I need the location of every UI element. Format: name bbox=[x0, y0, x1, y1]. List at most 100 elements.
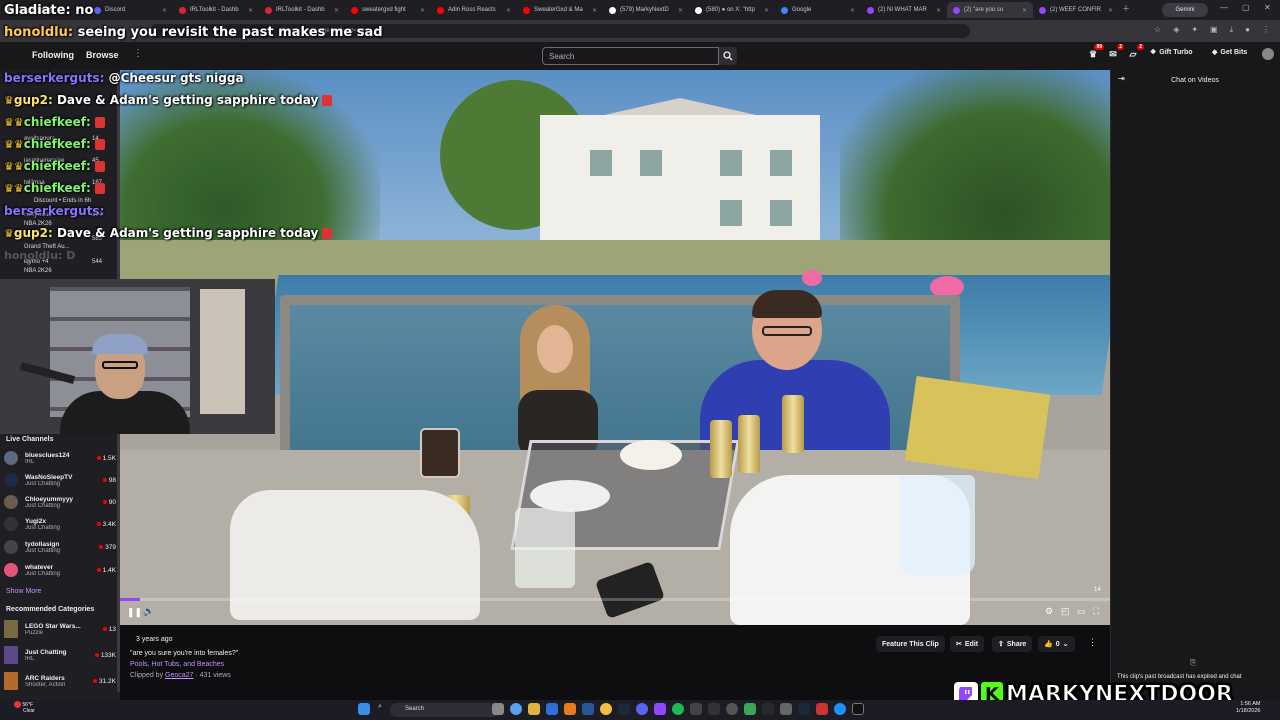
browser-tab[interactable]: IRLToolkit - Dashb ✕ bbox=[259, 2, 345, 18]
browser-tab[interactable]: (2) WEEF CONFIR ✕ bbox=[1033, 2, 1119, 18]
sidebar-channel[interactable]: tydollasign Just Chatting 379 bbox=[4, 536, 116, 558]
tab-close-icon[interactable]: ✕ bbox=[678, 7, 683, 14]
gift-turbo-button[interactable]: ❖ Gift Turbo bbox=[1150, 48, 1193, 57]
maximize-icon[interactable]: ▢ bbox=[1242, 3, 1250, 12]
minimize-icon[interactable]: — bbox=[1220, 3, 1228, 12]
sidebar-channel[interactable]: Yugi2x Just Chatting 3.4K bbox=[4, 513, 116, 535]
volume-icon[interactable]: 🔈 bbox=[143, 606, 154, 617]
chrome-canary-icon[interactable] bbox=[744, 703, 756, 715]
file-explorer-icon[interactable] bbox=[528, 703, 540, 715]
channel-avatar bbox=[4, 563, 18, 577]
tab-close-icon[interactable]: ✕ bbox=[936, 7, 941, 14]
taskview-icon[interactable] bbox=[492, 703, 504, 715]
tab-close-icon[interactable]: ✕ bbox=[592, 7, 597, 14]
obs-icon[interactable] bbox=[726, 703, 738, 715]
browser-tab[interactable]: SweaterGxd & Ma ✕ bbox=[517, 2, 603, 18]
gemini-button[interactable]: Gemini bbox=[1162, 3, 1208, 17]
tab-close-icon[interactable]: ✕ bbox=[764, 7, 769, 14]
star-icon[interactable]: ☆ bbox=[1154, 25, 1161, 35]
sidebar-channel[interactable]: whatever Just Chatting 1.4K bbox=[4, 559, 116, 581]
share-button[interactable]: ⇪ Share bbox=[992, 636, 1033, 652]
tab-close-icon[interactable]: ✕ bbox=[506, 7, 511, 14]
avatar[interactable] bbox=[1262, 48, 1274, 60]
browser-tab[interactable]: (580) ● on X: "http ✕ bbox=[689, 2, 775, 18]
fullscreen-icon[interactable]: ⛶ bbox=[1093, 606, 1099, 617]
get-bits-button[interactable]: ◆ Get Bits bbox=[1212, 48, 1247, 57]
new-tab-icon[interactable]: ＋ bbox=[1122, 3, 1130, 14]
discord-icon[interactable] bbox=[636, 703, 648, 715]
whispers-button[interactable]: ▱ 2 bbox=[1127, 44, 1144, 60]
close-window-icon[interactable]: ✕ bbox=[1264, 3, 1271, 12]
tab-close-icon[interactable]: ✕ bbox=[1022, 7, 1027, 14]
sidebar-channel[interactable]: WasNoSleepTV Just Chatting 98 bbox=[4, 469, 116, 491]
clock[interactable]: 1:56 AM 1/18/2026 bbox=[1236, 701, 1260, 715]
browser-tab-active[interactable]: (2) "are you su ✕ bbox=[947, 2, 1033, 18]
tab-close-icon[interactable]: ✕ bbox=[334, 7, 339, 14]
clip-icon[interactable]: ◰ bbox=[1061, 606, 1070, 617]
copilot-icon[interactable] bbox=[510, 703, 522, 715]
store-icon[interactable] bbox=[546, 703, 558, 715]
app-icon[interactable] bbox=[690, 703, 702, 715]
sidebar-channel[interactable]: Chloeyummyyy Just Chatting 90 bbox=[4, 491, 116, 513]
browser-tab[interactable]: sweatergxd fight ✕ bbox=[345, 2, 431, 18]
tab-close-icon[interactable]: ✕ bbox=[162, 7, 167, 14]
more-options-icon[interactable]: ⋮ bbox=[133, 48, 143, 59]
browser-tab[interactable]: (2) NI WHAT MAR ✕ bbox=[861, 2, 947, 18]
extension-icon[interactable]: ◈ bbox=[1173, 25, 1179, 35]
tab-close-icon[interactable]: ✕ bbox=[850, 7, 855, 14]
profile-icon[interactable]: ● bbox=[1245, 25, 1250, 35]
notifications-button[interactable]: ✉ 2 bbox=[1107, 44, 1124, 60]
tab-label: (2) WEEF CONFIR bbox=[1050, 7, 1101, 13]
search-input[interactable]: Search bbox=[542, 47, 719, 65]
app-icon[interactable] bbox=[816, 703, 828, 715]
more-options-icon[interactable]: ⋮ bbox=[1088, 637, 1097, 648]
steam-icon[interactable] bbox=[798, 703, 810, 715]
edit-button[interactable]: ✂ Edit bbox=[950, 636, 985, 652]
download-icon[interactable]: ⤓ bbox=[1230, 25, 1234, 35]
start-button[interactable] bbox=[358, 703, 370, 715]
show-more-link[interactable]: Show More bbox=[6, 588, 41, 595]
puzzle-icon[interactable]: ✦ bbox=[1191, 25, 1198, 35]
sidebar-category[interactable]: Just Chatting IRL 133K bbox=[4, 644, 116, 666]
edge-icon[interactable] bbox=[834, 703, 846, 715]
word-icon[interactable] bbox=[582, 703, 594, 715]
pause-icon[interactable]: ❚❚ bbox=[127, 607, 142, 618]
nav-browse[interactable]: Browse bbox=[86, 50, 119, 60]
steam-icon[interactable] bbox=[618, 703, 630, 715]
tab-close-icon[interactable]: ✕ bbox=[420, 7, 425, 14]
twitch-icon[interactable] bbox=[654, 703, 666, 715]
settings-app-icon[interactable] bbox=[780, 703, 792, 715]
browser-tab[interactable]: Discord ✕ bbox=[88, 2, 173, 18]
sidebar-category[interactable]: ARC Raiders Shooter, Action 31.2K bbox=[4, 670, 116, 692]
sidebar-channel[interactable]: bluesclues124 IRL 1.5K bbox=[4, 447, 116, 469]
search-button[interactable] bbox=[719, 47, 737, 65]
settings-icon[interactable]: ⚙ bbox=[1045, 606, 1053, 617]
spotify-icon[interactable] bbox=[672, 703, 684, 715]
sidepanel-icon[interactable]: ▣ bbox=[1210, 25, 1218, 35]
video-house-window bbox=[590, 150, 612, 176]
app-icon[interactable] bbox=[762, 703, 774, 715]
taskbar-search[interactable]: Search bbox=[390, 703, 500, 717]
app-icon[interactable] bbox=[564, 703, 576, 715]
browser-tab[interactable]: Google ✕ bbox=[775, 2, 861, 18]
chrome-icon[interactable] bbox=[600, 703, 612, 715]
clipper-link[interactable]: Geoca27 bbox=[165, 672, 193, 679]
browser-tab[interactable]: (579) MarkyNextD ✕ bbox=[603, 2, 689, 18]
bits-icon: ◆ bbox=[1212, 49, 1218, 56]
feature-clip-button[interactable]: Feature This Clip bbox=[876, 636, 945, 652]
app-icon[interactable] bbox=[852, 703, 864, 715]
menu-icon[interactable]: ⋮ bbox=[1262, 25, 1270, 35]
theatre-mode-icon[interactable]: ▭ bbox=[1077, 606, 1086, 617]
browser-tab[interactable]: Adin Ross Reacts ✕ bbox=[431, 2, 517, 18]
prime-loot-button[interactable]: ♛ 99 bbox=[1087, 44, 1104, 60]
progress-bar[interactable] bbox=[120, 598, 1110, 601]
browser-tab[interactable]: IRLToolkit - Dashb ✕ bbox=[173, 2, 259, 18]
nav-following[interactable]: Following bbox=[32, 50, 74, 60]
sidebar-category[interactable]: LEGO Star Wars... Puzzle 13 bbox=[4, 618, 116, 640]
weather-widget[interactable]: 56°F Clear bbox=[14, 701, 35, 714]
tab-close-icon[interactable]: ✕ bbox=[1108, 7, 1113, 14]
like-button[interactable]: 👍 0 ⌄ bbox=[1038, 636, 1075, 652]
clip-category-link[interactable]: Pools, Hot Tubs, and Beaches bbox=[130, 661, 224, 668]
terminal-icon[interactable] bbox=[708, 703, 720, 715]
tab-close-icon[interactable]: ✕ bbox=[248, 7, 253, 14]
